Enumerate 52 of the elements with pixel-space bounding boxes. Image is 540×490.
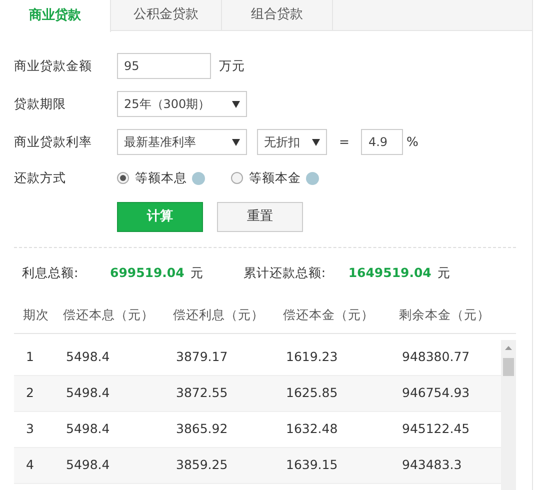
summary-value: 699519.04 <box>110 264 184 282</box>
column-header: 剩余本金（元） <box>399 306 491 324</box>
table-cell-text: 5498.4 <box>66 456 111 474</box>
table-cell-text: 948380.77 <box>402 348 471 366</box>
summary-value: 1649519.04 <box>348 264 432 282</box>
help-icon[interactable] <box>306 172 319 184</box>
input-field[interactable]: 4.9 <box>361 129 404 155</box>
caret-icon <box>312 138 320 146</box>
select-field[interactable]: 25年（300期） <box>117 91 247 117</box>
unit-label: 元 <box>437 264 450 282</box>
column-header: 偿还利息（元） <box>173 306 265 324</box>
table-cell-text: 946754.93 <box>402 384 471 402</box>
column-header: 期次 <box>23 306 50 324</box>
unit-label: 元 <box>190 264 204 282</box>
table-cell-text: 1 <box>26 348 35 366</box>
radio-option[interactable]: 等额本息 <box>117 168 187 188</box>
table-cell-text: 945122.45 <box>402 420 471 438</box>
caret-icon <box>232 138 240 146</box>
summary-label: 累计还款总额: <box>243 264 327 282</box>
table-cell-text: 1619.23 <box>286 348 339 366</box>
field-label: 商业贷款利率 <box>14 132 93 151</box>
column-header: 偿还本金（元） <box>283 306 375 324</box>
table-cell-text: 5498.4 <box>66 420 111 438</box>
input-field[interactable]: 95 <box>117 53 211 79</box>
table-cell-text: 1632.48 <box>286 420 339 438</box>
table-cell-text: 943483.3 <box>402 456 463 474</box>
table-cell-text: 5498.4 <box>66 348 111 366</box>
table-cell-text: 5498.4 <box>66 384 111 402</box>
table-cell-text: 3859.25 <box>176 456 229 474</box>
column-header: 偿还本息（元） <box>63 306 155 324</box>
help-icon[interactable] <box>192 172 205 184</box>
scrollbar[interactable] <box>501 340 516 490</box>
field-label: 还款方式 <box>14 168 67 187</box>
equals-sign: = <box>339 132 350 151</box>
summary-label: 利息总额: <box>22 264 80 282</box>
table-cell-text: 3 <box>26 420 35 438</box>
unit-label: % <box>406 132 418 151</box>
table-cell-text: 3872.55 <box>176 384 229 402</box>
field-label: 商业贷款金额 <box>14 56 93 75</box>
table-cell-text: 1639.15 <box>286 456 339 474</box>
table-cell-text: 4 <box>26 456 35 474</box>
table-cell-text: 2 <box>26 384 35 402</box>
caret-icon <box>232 100 240 108</box>
select-field[interactable]: 最新基准利率 <box>117 129 247 155</box>
unit-label: 万元 <box>219 56 245 75</box>
select-field[interactable]: 无折扣 <box>257 129 327 155</box>
radio-option[interactable]: 等额本金 <box>231 168 301 188</box>
table-cell-text: 3879.17 <box>176 348 229 366</box>
table-cell-text: 3865.92 <box>176 420 229 438</box>
reset-button[interactable]: 重置 <box>217 202 303 232</box>
field-label: 贷款期限 <box>14 94 67 113</box>
table-cell-text: 1625.85 <box>286 384 339 402</box>
